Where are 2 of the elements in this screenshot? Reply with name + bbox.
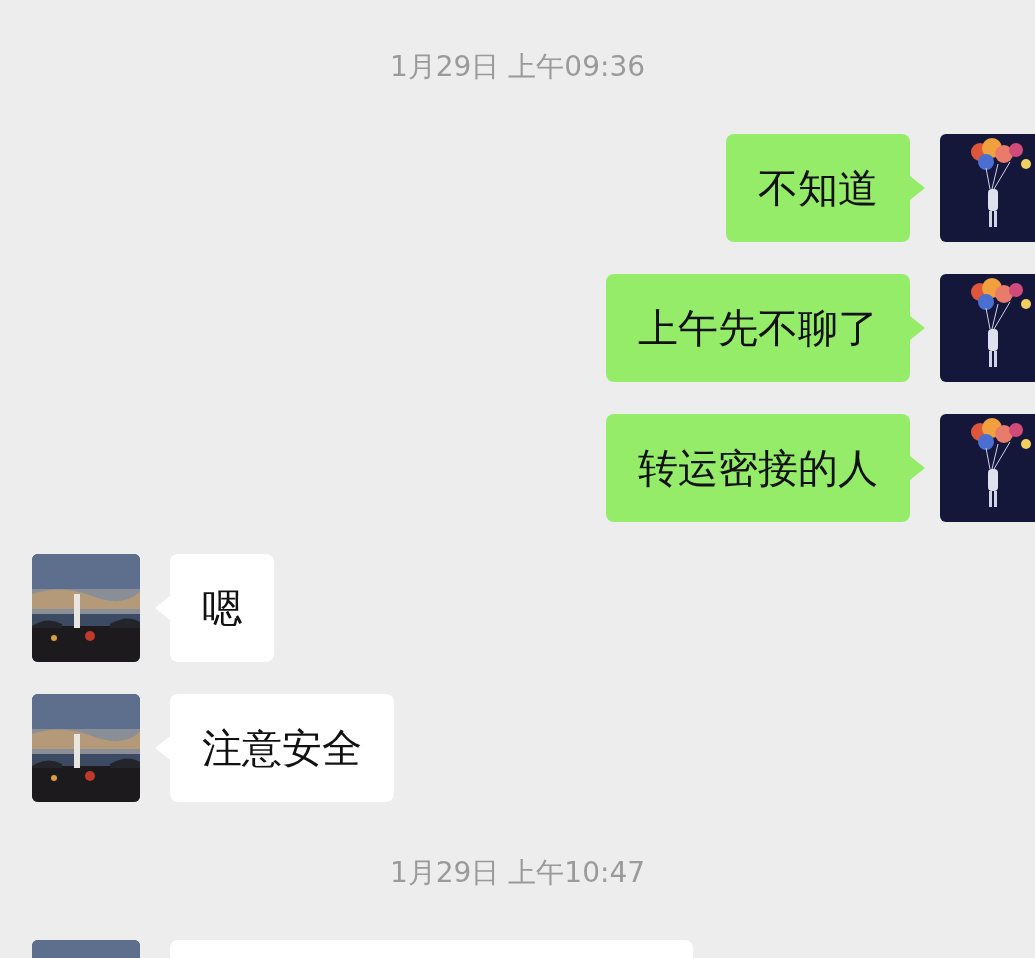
timestamp: 1月29日 上午09:36 [389, 49, 645, 85]
timestamp: 1月29日 上午10:47 [389, 855, 645, 891]
